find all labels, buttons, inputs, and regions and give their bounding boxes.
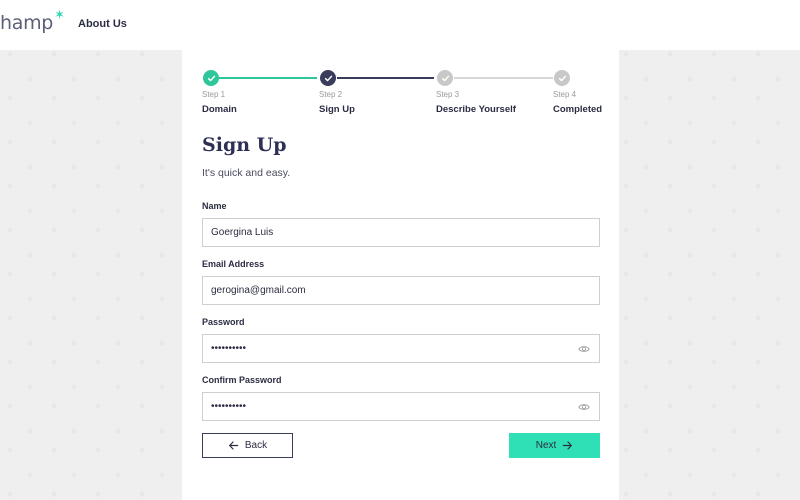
brand-logo[interactable]: hamp ✶ — [0, 8, 65, 34]
step-3-circle — [437, 70, 453, 86]
progress-stepper: Step 1 Step 2 Step 3 Step 4 Domain Sign … — [182, 50, 619, 130]
step-1-number: Step 1 — [202, 90, 226, 99]
arrow-left-icon — [228, 441, 239, 450]
next-button[interactable]: Next — [509, 433, 600, 458]
check-icon — [207, 75, 215, 81]
step-2-number: Step 2 — [319, 90, 343, 99]
step-connector-1 — [218, 77, 317, 79]
step-1-circle — [203, 70, 219, 86]
step-3-label: Describe Yourself — [436, 104, 516, 115]
page-title: Sign Up — [202, 134, 287, 156]
check-icon — [324, 75, 332, 81]
check-icon — [558, 75, 566, 81]
back-button[interactable]: Back — [202, 433, 293, 458]
confirm-password-field[interactable] — [202, 392, 600, 421]
password-label: Password — [202, 317, 245, 327]
next-button-label: Next — [535, 440, 557, 451]
step-connector-2 — [337, 77, 434, 79]
arrow-right-icon — [563, 441, 573, 450]
signup-card: Step 1 Step 2 Step 3 Step 4 Domain Sign … — [182, 50, 619, 500]
check-icon — [441, 75, 449, 81]
eye-icon[interactable] — [578, 343, 590, 355]
email-label: Email Address — [202, 259, 265, 269]
name-field[interactable] — [202, 218, 600, 247]
step-2-circle — [320, 70, 336, 86]
back-button-label: Back — [244, 440, 268, 451]
confirm-password-label: Confirm Password — [202, 375, 282, 385]
step-3-number: Step 3 — [436, 90, 460, 99]
password-field[interactable] — [202, 334, 600, 363]
eye-icon[interactable] — [578, 401, 590, 413]
step-4-number: Step 4 — [553, 90, 577, 99]
nav-about-us-link[interactable]: About Us — [78, 18, 127, 30]
step-2-label: Sign Up — [319, 104, 355, 115]
step-connector-3 — [454, 77, 553, 79]
top-navigation-bar: hamp ✶ About Us — [0, 0, 800, 50]
logo-star-icon: ✶ — [54, 8, 65, 23]
logo-text: hamp — [0, 12, 54, 34]
name-label: Name — [202, 201, 227, 211]
step-4-label: Completed — [553, 104, 603, 115]
email-field[interactable] — [202, 276, 600, 305]
step-1-label: Domain — [202, 104, 237, 115]
page-subtitle: It's quick and easy. — [202, 167, 291, 179]
step-4-circle — [554, 70, 570, 86]
